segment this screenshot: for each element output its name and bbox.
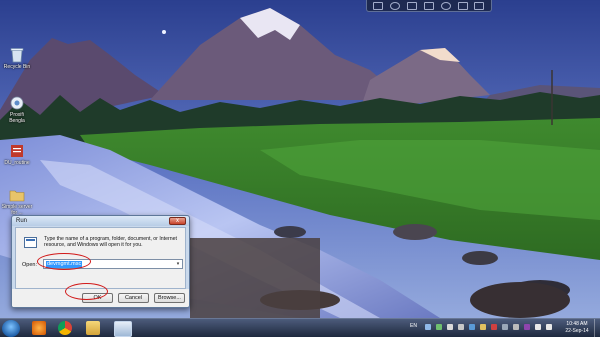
tray-icon[interactable] (458, 324, 464, 330)
run-dialog: Run x Type the name of a program, folder… (11, 215, 190, 308)
document-icon (11, 145, 23, 157)
start-button[interactable] (2, 320, 20, 337)
clock-date: 22-Sep-14 (565, 328, 589, 334)
gadget-button-icon[interactable] (440, 1, 451, 10)
recycle-bin-icon (10, 48, 24, 63)
simple-server-desktop-icon[interactable]: Simple server for ... (0, 187, 34, 216)
run-program-icon (24, 237, 37, 248)
gadget-button-icon[interactable] (423, 1, 434, 10)
run-taskbar-icon[interactable] (114, 321, 132, 337)
run-dialog-button-row: OK Cancel Browse... (12, 289, 189, 307)
tray-icon[interactable] (469, 324, 475, 330)
show-desktop-button[interactable] (594, 319, 600, 337)
run-dialog-body: Type the name of a program, folder, docu… (15, 227, 186, 289)
run-dialog-titlebar[interactable]: Run (12, 216, 189, 226)
clock-time: 10:48 AM (566, 321, 588, 327)
tray-icon[interactable] (513, 324, 519, 330)
chrome-icon[interactable] (58, 321, 72, 335)
browse-button[interactable]: Browse... (154, 293, 185, 303)
ok-button[interactable]: OK (82, 293, 113, 303)
gadget-button-icon[interactable] (457, 1, 468, 10)
gadget-button-icon[interactable] (373, 1, 384, 10)
tray-icon[interactable] (425, 324, 431, 330)
chevron-down-icon[interactable]: ▾ (174, 260, 182, 268)
close-button[interactable]: x (169, 217, 186, 225)
search-icon[interactable] (390, 1, 401, 10)
proxifier-icon (10, 96, 24, 110)
file-explorer-icon[interactable] (86, 321, 100, 335)
tray-icon[interactable] (447, 324, 453, 330)
gadget-button-icon[interactable] (474, 1, 485, 10)
recycle-bin-desktop-icon[interactable]: Recycle Bin (0, 47, 34, 70)
proxifier-label: Proxifi Bengla (9, 112, 25, 124)
gadget-button-icon[interactable] (407, 1, 418, 10)
firefox-icon[interactable] (32, 321, 46, 335)
language-indicator[interactable]: EN (410, 323, 417, 329)
open-input[interactable]: devmgmt.msc ▾ (43, 259, 183, 269)
top-gadget-bar[interactable] (366, 0, 492, 12)
tray-icon[interactable] (502, 324, 508, 330)
proxifier-desktop-icon[interactable]: Proxifi Bengla (0, 95, 34, 124)
run-dialog-title: Run (16, 218, 28, 224)
cancel-button[interactable]: Cancel (118, 293, 149, 303)
recycle-bin-label: Recycle Bin (3, 64, 31, 70)
network-icon[interactable] (546, 324, 552, 330)
tray-icon[interactable] (436, 324, 442, 330)
open-input-value[interactable]: devmgmt.msc (46, 261, 83, 268)
run-dialog-description: Type the name of a program, folder, docu… (44, 236, 177, 249)
onenote-tray-icon[interactable] (524, 324, 530, 330)
taskbar: EN 10:48 AM 22-Sep-14 (0, 318, 600, 337)
volume-icon[interactable] (535, 324, 541, 330)
du-routine-label: DU_routine (4, 160, 30, 166)
tray-icon[interactable] (491, 324, 497, 330)
tray-icon[interactable] (480, 324, 486, 330)
folder-icon (9, 190, 25, 202)
open-label: Open: (22, 262, 37, 268)
du-routine-desktop-icon[interactable]: DU_routine (0, 143, 34, 166)
taskbar-clock[interactable]: 10:48 AM 22-Sep-14 (562, 321, 592, 335)
